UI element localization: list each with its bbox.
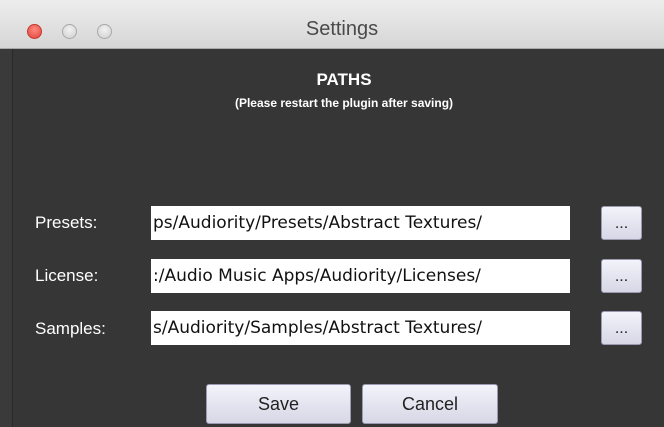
presets-browse-button[interactable]: ...: [601, 206, 642, 240]
samples-label: Samples:: [35, 319, 106, 338]
presets-path-field[interactable]: [151, 206, 570, 240]
license-path-field[interactable]: [151, 259, 570, 293]
license-browse-button[interactable]: ...: [601, 259, 642, 293]
title-bar[interactable]: Settings: [0, 0, 664, 49]
section-subheading: (Please restart the plugin after saving): [234, 96, 454, 110]
presets-label: Presets:: [35, 213, 98, 232]
license-label: License:: [35, 266, 99, 285]
cancel-button[interactable]: Cancel: [362, 384, 498, 424]
window-title: Settings: [305, 18, 379, 40]
samples-path-field[interactable]: [151, 311, 570, 345]
samples-browse-button[interactable]: ...: [601, 311, 642, 345]
settings-window: Settings PATHS (Please restart the plugi…: [0, 0, 664, 427]
section-heading: PATHS: [316, 70, 372, 89]
save-button[interactable]: Save: [206, 384, 351, 424]
